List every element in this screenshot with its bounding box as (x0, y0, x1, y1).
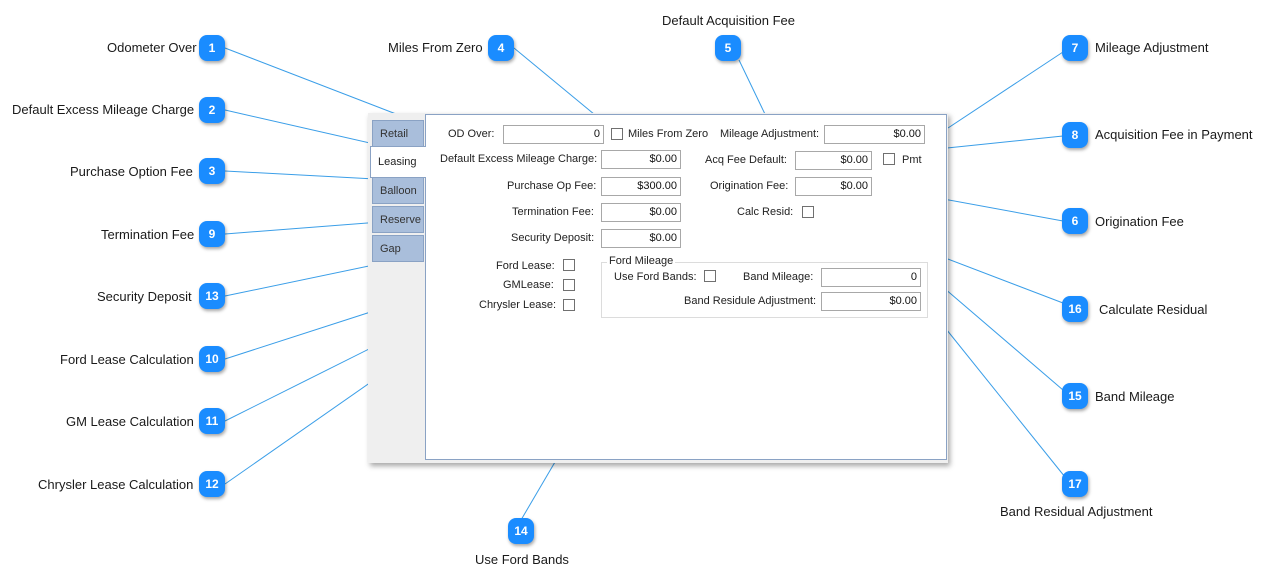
tab-gap-label: Gap (380, 242, 401, 255)
mileage-adjustment-label: Mileage Adjustment: (720, 128, 820, 140)
callout-badge-17: 17 (1062, 471, 1088, 497)
callout-badge-13: 13 (199, 283, 225, 309)
acq-fee-default-input[interactable]: $0.00 (795, 151, 872, 170)
callout-badge-9: 9 (199, 221, 225, 247)
tab-balloon-label: Balloon (380, 184, 417, 197)
callout-badge-14: 14 (508, 518, 534, 544)
origination-fee-label: Origination Fee: (710, 180, 789, 192)
callout-label-acq-fee-payment: Acquisition Fee in Payment (1095, 127, 1253, 142)
termination-fee-label: Termination Fee: (512, 206, 594, 218)
calc-resid-checkbox[interactable] (802, 206, 814, 218)
calc-resid-label: Calc Resid: (737, 206, 794, 218)
tab-reserve-label: Reserve (380, 213, 421, 226)
band-mileage-label: Band Mileage: (743, 271, 814, 283)
gm-lease-label: GMLease: (503, 279, 554, 291)
callout-label-default-excess: Default Excess Mileage Charge (12, 102, 195, 117)
callout-label-termination-fee: Termination Fee (101, 227, 195, 242)
callout-badge-12: 12 (199, 471, 225, 497)
callout-badge-10: 10 (199, 346, 225, 372)
callout-label-calculate-residual: Calculate Residual (1099, 302, 1208, 317)
callout-label-band-mileage: Band Mileage (1095, 389, 1175, 404)
use-ford-bands-checkbox[interactable] (704, 270, 716, 282)
miles-from-zero-label: Miles From Zero (628, 128, 709, 140)
leader-line-8 (946, 135, 1064, 149)
tab-retail-label: Retail (380, 127, 409, 140)
callout-badge-3: 3 (199, 158, 225, 184)
use-ford-bands-label: Use Ford Bands: (614, 271, 697, 283)
callout-badge-16: 16 (1062, 296, 1088, 322)
callout-label-mileage-adjustment: Mileage Adjustment (1095, 40, 1209, 55)
default-excess-label: Default Excess Mileage Charge: (440, 153, 598, 165)
tab-leasing-label: Leasing (378, 156, 417, 168)
band-residule-label: Band Residule Adjustment: (684, 295, 817, 307)
miles-from-zero-checkbox[interactable] (611, 128, 623, 140)
od-over-label: OD Over: (448, 128, 495, 140)
tab-retail[interactable]: Retail (372, 120, 424, 147)
ford-lease-label: Ford Lease: (496, 260, 555, 272)
callout-badge-4: 4 (488, 35, 514, 61)
callout-badge-15: 15 (1062, 383, 1088, 409)
callout-label-miles-from-zero: Miles From Zero (388, 40, 483, 55)
callout-badge-2: 2 (199, 97, 225, 123)
callout-badge-1: 1 (199, 35, 225, 61)
pmt-label: Pmt (902, 154, 922, 166)
ford-lease-checkbox[interactable] (563, 259, 575, 271)
tab-gap[interactable]: Gap (372, 235, 424, 262)
tab-leasing[interactable]: Leasing (370, 146, 426, 178)
chrysler-lease-checkbox[interactable] (563, 299, 575, 311)
band-residule-input[interactable]: $0.00 (821, 292, 921, 311)
callout-badge-8: 8 (1062, 122, 1088, 148)
pmt-checkbox[interactable] (883, 153, 895, 165)
callout-label-chrysler-lease: Chrysler Lease Calculation (38, 477, 194, 492)
callout-label-default-acquisition: Default Acquisition Fee (662, 13, 795, 28)
callout-label-use-ford-bands: Use Ford Bands (475, 552, 569, 567)
mileage-adjustment-input[interactable]: $0.00 (824, 125, 925, 144)
callout-badge-11: 11 (199, 408, 225, 434)
tab-reserve[interactable]: Reserve (372, 206, 424, 233)
callout-label-odometer-over: Odometer Over (107, 40, 197, 55)
callout-label-origination-fee: Origination Fee (1095, 214, 1184, 229)
callout-label-band-residual: Band Residual Adjustment (1000, 504, 1153, 519)
tab-balloon[interactable]: Balloon (372, 177, 424, 204)
purchase-op-label: Purchase Op Fee: (507, 180, 597, 192)
purchase-op-input[interactable]: $300.00 (601, 177, 681, 196)
gm-lease-checkbox[interactable] (563, 279, 575, 291)
termination-fee-input[interactable]: $0.00 (601, 203, 681, 222)
acq-fee-default-label: Acq Fee Default: (705, 154, 787, 166)
leader-line-15 (929, 275, 1064, 391)
callout-label-ford-lease: Ford Lease Calculation (60, 352, 194, 367)
security-deposit-input[interactable]: $0.00 (601, 229, 681, 248)
chrysler-lease-label: Chrysler Lease: (479, 299, 557, 311)
default-excess-input[interactable]: $0.00 (601, 150, 681, 169)
security-deposit-label: Security Deposit: (511, 232, 595, 244)
band-mileage-input[interactable]: 0 (821, 268, 921, 287)
callout-badge-6: 6 (1062, 208, 1088, 234)
origination-fee-input[interactable]: $0.00 (795, 177, 872, 196)
leader-line-7 (947, 51, 1064, 129)
callout-label-gm-lease: GM Lease Calculation (66, 414, 194, 429)
ford-mileage-title: Ford Mileage (607, 255, 676, 267)
callout-badge-7: 7 (1062, 35, 1088, 61)
callout-badge-5: 5 (715, 35, 741, 61)
callout-label-purchase-option: Purchase Option Fee (70, 164, 193, 179)
od-over-input[interactable]: 0 (503, 125, 604, 144)
callout-label-security-deposit: Security Deposit (97, 289, 192, 304)
